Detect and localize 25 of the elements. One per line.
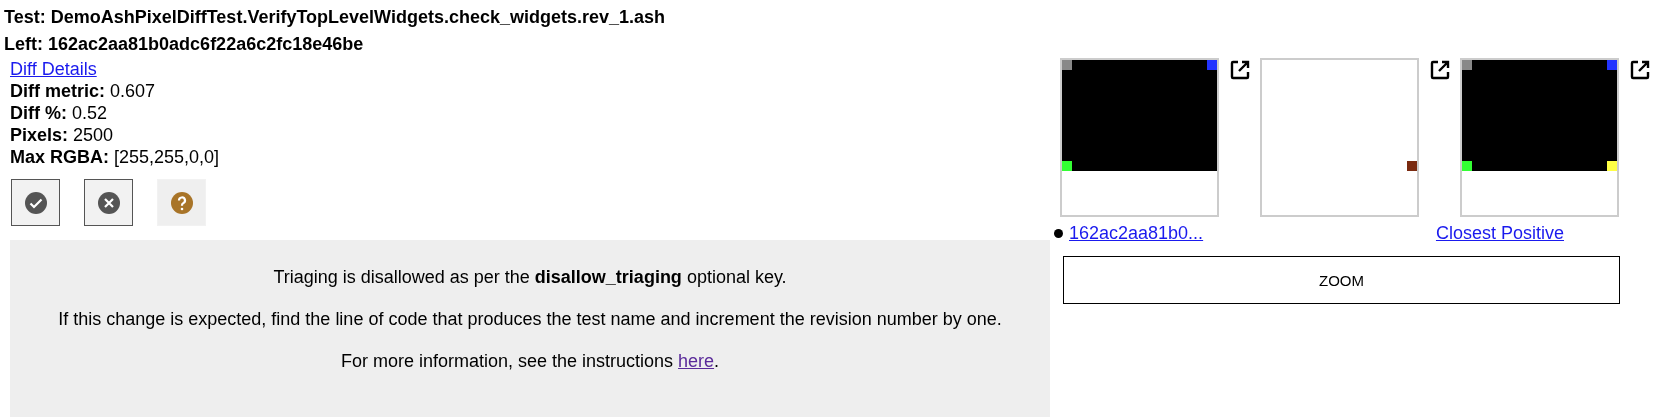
notice-text: Triaging is disallowed as per the disallow_triaging optional key. [272,266,788,289]
digest-link[interactable]: Closest Positive [1435,222,1564,244]
stat-line: Diff metric: 0.607 [10,80,156,102]
reject-button[interactable] [84,179,133,226]
close-icon [96,190,121,215]
notice-text: If this change is expected, find the line of code that produces the test name and increment the revision number by one. [57,308,1003,331]
left-digest: Left: 162ac2aa81b0adc6f22a6c2fc18e46be [4,33,365,56]
zoom-button[interactable]: ZOOM [1063,256,1620,304]
test-name: Test: DemoAshPixelDiffTest.VerifyTopLevelWidgets.check_widgets.rev_1.ash [4,6,667,29]
stat-line: Pixels: 2500 [10,124,114,146]
stat-line: Max RGBA: [255,255,0,0] [10,146,220,168]
check-icon [23,190,48,215]
digest-image[interactable] [1060,58,1219,217]
stat-line: Diff %: 0.52 [10,102,108,124]
question-icon [169,190,194,215]
digest-link[interactable]: 162ac2aa81b0... [1069,222,1204,244]
open-in-new-icon[interactable] [1428,58,1452,82]
instructions-link[interactable]: here [678,351,715,371]
untriaged-button[interactable] [157,179,206,226]
digest-image[interactable] [1460,58,1619,217]
diff-details-link[interactable]: Diff Details [10,58,97,80]
open-in-new-icon[interactable] [1228,58,1252,82]
open-in-new-icon[interactable] [1628,58,1652,82]
approve-button[interactable] [11,179,60,226]
notice-text: For more information, see the instructions here. [339,350,721,373]
